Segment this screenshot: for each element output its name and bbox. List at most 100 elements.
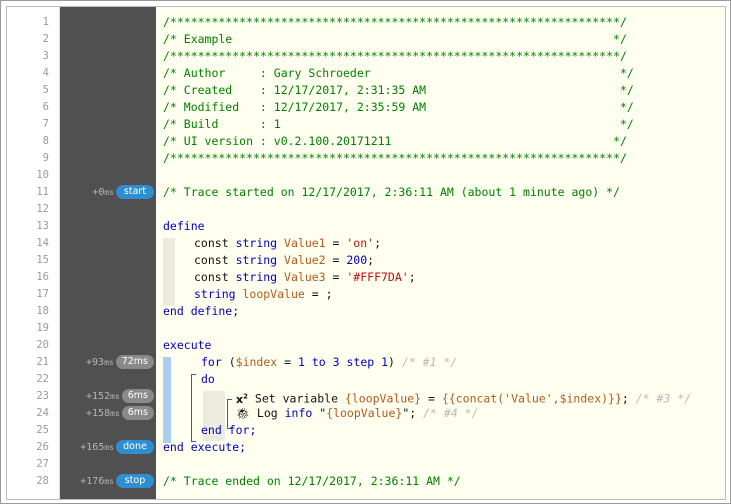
bug-icon: 🐞︎ — [236, 407, 250, 420]
code-line: 1 /*************************************… — [7, 14, 725, 31]
for-statement[interactable]: for ($index = 1 to 3 step 1) /* #1 */ — [201, 354, 457, 371]
line-number: 7 — [42, 118, 49, 130]
set-variable-statement[interactable]: x2 Set variable {loopValue} = {{concat('… — [236, 388, 691, 406]
code-line: 23 +152ms 6ms x2 Set variable {loopValue}… — [7, 388, 725, 406]
code-line: 8 /* UI version : v0.2.100.20171211 */ — [7, 133, 725, 150]
execute-keyword: execute — [163, 338, 212, 352]
code-viewer: 1 /*************************************… — [6, 6, 726, 500]
line-number: 24 — [36, 407, 49, 419]
end-for-keyword: end for; — [201, 423, 257, 437]
header-comment: /***************************************… — [163, 15, 627, 29]
variable-declaration: const string Value3 = '#FFF7DA'; — [194, 270, 416, 284]
line-number: 27 — [36, 458, 49, 470]
code-line: 9 /*************************************… — [7, 150, 725, 167]
line-number: 13 — [36, 220, 49, 232]
x-squared-icon: x2 — [236, 392, 248, 406]
header-comment: /* Modified : 12/17/2017, 2:35:59 AM */ — [163, 100, 634, 114]
line-number: 14 — [36, 237, 49, 249]
trace-marker-done[interactable]: +165ms done — [62, 439, 154, 456]
trace-end-comment: /* Trace ended on 12/17/2017, 2:36:11 AM… — [163, 474, 461, 488]
line-number: 4 — [42, 67, 49, 79]
line-number: 16 — [36, 271, 49, 283]
line-number: 22 — [36, 373, 49, 385]
code-line: 15 const string Value2 = 200; — [7, 252, 725, 269]
line-number: 12 — [36, 203, 49, 215]
line-number: 23 — [36, 390, 49, 402]
trace-start-comment: /* Trace started on 12/17/2017, 2:36:11 … — [163, 185, 620, 199]
code-line: 6 /* Modified : 12/17/2017, 2:35:59 AM *… — [7, 99, 725, 116]
piston-trace-window: 1 /*************************************… — [0, 0, 731, 504]
line-number: 1 — [42, 16, 49, 28]
stop-badge[interactable]: stop — [116, 474, 154, 488]
code-line: 18 end define; — [7, 303, 725, 320]
code-line: 5 /* Created : 12/17/2017, 2:31:35 AM */ — [7, 82, 725, 99]
do-keyword: do — [201, 372, 215, 386]
trace-marker-start[interactable]: +0ms start — [62, 184, 154, 201]
line-number: 6 — [42, 101, 49, 113]
trace-time: +93ms — [86, 357, 114, 368]
header-comment: /***************************************… — [163, 49, 627, 63]
line-number: 18 — [36, 305, 49, 317]
trace-marker-stop[interactable]: +176ms stop — [62, 473, 154, 490]
trace-marker-log[interactable]: +158ms 6ms — [62, 405, 154, 422]
done-badge[interactable]: done — [116, 440, 154, 454]
log-statement[interactable]: 🐞︎ Log info "{loopValue}"; /* #4 */ — [236, 405, 479, 422]
code-line: 19 — [7, 320, 725, 337]
trace-marker-set[interactable]: +152ms 6ms — [62, 388, 154, 405]
code-line: 17 string loopValue = ; — [7, 286, 725, 303]
line-number: 28 — [36, 475, 49, 487]
code-line: 16 const string Value3 = '#FFF7DA'; — [7, 269, 725, 286]
code-line: 4 /* Author : Gary Schroeder */ — [7, 65, 725, 82]
duration-badge[interactable]: 72ms — [115, 355, 154, 369]
code-line: 27 — [7, 456, 725, 473]
line-number: 10 — [36, 169, 49, 181]
code-line: 3 /*************************************… — [7, 48, 725, 65]
line-number: 3 — [42, 50, 49, 62]
line-number: 2 — [42, 33, 49, 45]
code-line: 2 /* Example */ — [7, 31, 725, 48]
trace-time: +176ms — [80, 476, 114, 487]
line-number: 17 — [36, 288, 49, 300]
code-line: 24 +158ms 6ms 🐞︎ Log info "{loopValue}"; … — [7, 405, 725, 422]
header-comment: /* UI version : v0.2.100.20171211 */ — [163, 134, 627, 148]
code-line: 7 /* Build : 1 */ — [7, 116, 725, 133]
duration-badge[interactable]: 6ms — [121, 406, 154, 420]
header-comment: /* Created : 12/17/2017, 2:31:35 AM */ — [163, 83, 634, 97]
header-comment: /* Author : Gary Schroeder */ — [163, 66, 634, 80]
variable-declaration: string loopValue = ; — [194, 287, 333, 301]
line-number: 15 — [36, 254, 49, 266]
code-line: 14 const string Value1 = 'on'; — [7, 235, 725, 252]
trace-time: +165ms — [80, 442, 114, 453]
end-execute-keyword: end execute; — [163, 440, 247, 454]
code-line: 13 define — [7, 218, 725, 235]
header-comment: /* Build : 1 */ — [163, 117, 634, 131]
code-line: 12 — [7, 201, 725, 218]
variable-declaration: const string Value1 = 'on'; — [194, 236, 382, 250]
code-line: 10 — [7, 167, 725, 184]
line-number: 11 — [36, 186, 49, 198]
line-number: 26 — [36, 441, 49, 453]
line-number: 21 — [36, 356, 49, 368]
trace-time: +152ms — [86, 391, 120, 402]
trace-time: +0ms — [92, 187, 114, 198]
line-number: 8 — [42, 135, 49, 147]
code-line: 20 execute — [7, 337, 725, 354]
line-number: 25 — [36, 424, 49, 436]
end-define-keyword: end define; — [163, 304, 240, 318]
code-line: 25 end for; — [7, 422, 725, 439]
header-comment: /* Example */ — [163, 32, 627, 46]
code-line: 22 do — [7, 371, 725, 388]
code-line: 26 +165ms done end execute; — [7, 439, 725, 456]
header-comment: /***************************************… — [163, 151, 627, 165]
line-number: 20 — [36, 339, 49, 351]
code-line: 28 +176ms stop /* Trace ended on 12/17/20… — [7, 473, 725, 490]
start-badge[interactable]: start — [116, 185, 154, 199]
line-number: 5 — [42, 84, 49, 96]
line-number: 9 — [42, 152, 49, 164]
variable-declaration: const string Value2 = 200; — [194, 253, 375, 267]
line-number: 19 — [36, 322, 49, 334]
trace-time: +158ms — [86, 408, 120, 419]
duration-badge[interactable]: 6ms — [121, 389, 154, 403]
define-keyword: define — [163, 219, 205, 233]
trace-marker-for[interactable]: +93ms 72ms — [62, 354, 154, 371]
